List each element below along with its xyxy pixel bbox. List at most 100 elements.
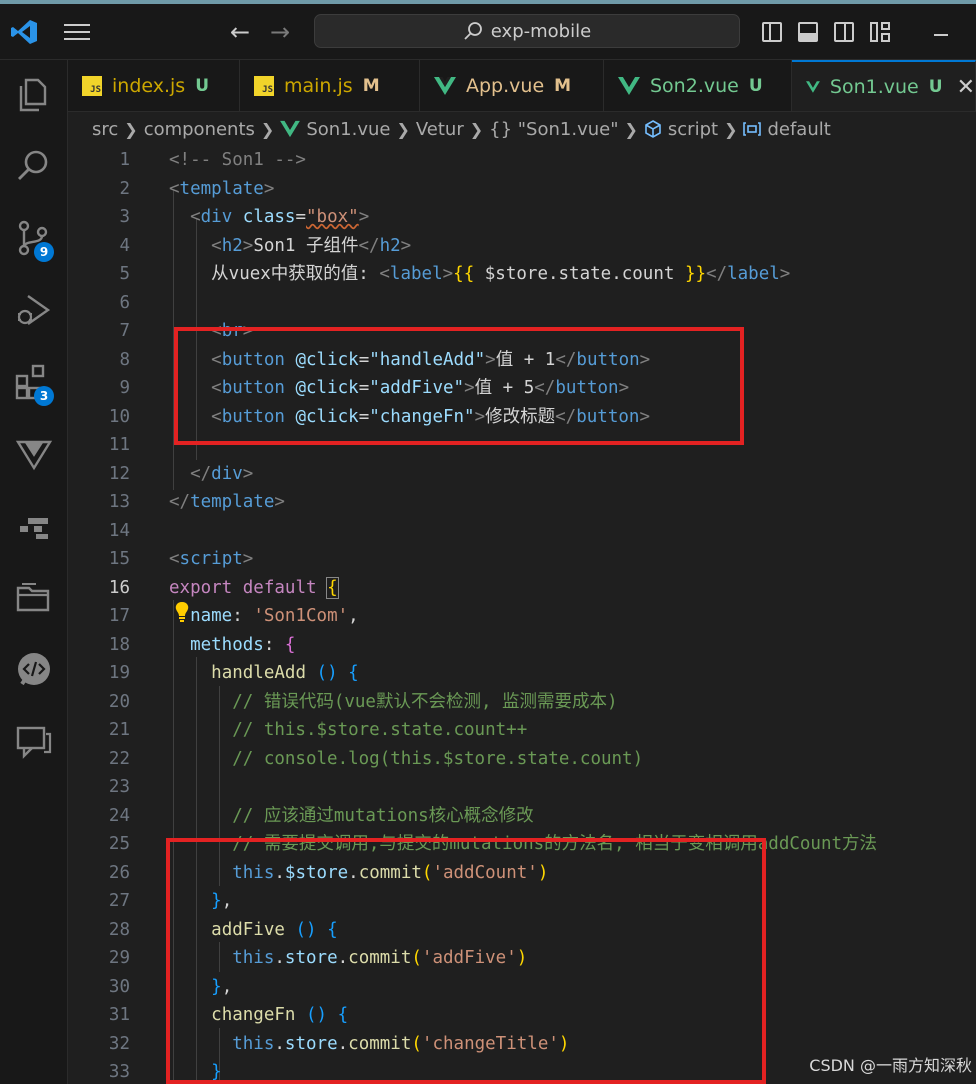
line-number: 16 [108, 577, 130, 598]
customize-layout-icon[interactable] [870, 22, 890, 42]
chevron-right-icon: ❯ [624, 119, 638, 139]
code-tag: h2 [379, 235, 401, 256]
line-number: 33 [108, 1062, 130, 1082]
title-bar: ← → exp-mobile [0, 4, 976, 60]
breadcrumb-language[interactable]: Vetur [416, 119, 464, 140]
line-number: 11 [108, 435, 130, 455]
line-number: 31 [108, 1005, 130, 1025]
javascript-file-icon: JS [254, 76, 274, 96]
line-number: 28 [108, 919, 130, 940]
tab-son2-vue[interactable]: Son2.vue U [604, 60, 792, 111]
code-comment: // console.log(this.$store.state.count) [232, 748, 644, 769]
tab-git-status: M [362, 76, 380, 96]
close-icon[interactable]: ✕ [957, 75, 975, 100]
tab-label: main.js [284, 75, 353, 97]
explorer-icon[interactable] [14, 74, 54, 114]
variable-symbol-icon [743, 122, 762, 136]
code-tag: h2 [221, 235, 243, 256]
code-line: 15 <script> [68, 545, 976, 574]
search-icon[interactable] [14, 146, 54, 186]
code-property: name [190, 606, 233, 626]
code-comment: // this.$store.state.count++ [232, 720, 528, 740]
code-line: 5 从vuex中获取的值: <label>{{ $store.state.cou… [68, 260, 976, 289]
code-line: 20 // 错误代码(vue默认不会检测, 监测需要成本) [68, 688, 976, 717]
vue-file-icon [618, 77, 640, 95]
toggle-primary-sidebar-icon[interactable] [762, 22, 782, 42]
line-number: 9 [119, 378, 130, 398]
code-text: Son1 子组件 [253, 235, 359, 256]
tab-index-js[interactable]: JS index.js U [68, 60, 240, 111]
vue-file-icon [434, 77, 456, 95]
menu-icon[interactable] [64, 24, 90, 42]
toggle-panel-icon[interactable] [798, 22, 818, 42]
chevron-right-icon: ❯ [469, 119, 484, 139]
code-keyword: export [169, 577, 233, 598]
breadcrumb-export[interactable]: default [767, 119, 830, 140]
code-line: 18 methods: { [68, 631, 976, 660]
line-number: 1 [119, 150, 130, 170]
minimize-icon[interactable] [934, 34, 948, 36]
code-tag: template [179, 178, 264, 199]
code-keyword: default [242, 577, 317, 598]
watermark: CSDN @一雨方知深秋 [809, 1056, 972, 1075]
breadcrumb-components[interactable]: components [144, 119, 255, 140]
forward-arrow-icon[interactable]: → [270, 18, 290, 46]
code-line: 21 // this.$store.state.count++ [68, 716, 976, 745]
line-number: 18 [108, 634, 130, 655]
tab-git-status: M [554, 76, 572, 96]
tab-main-js[interactable]: JS main.js M [240, 60, 420, 111]
breadcrumb-file[interactable]: Son1.vue [306, 119, 390, 140]
line-number: 12 [108, 463, 130, 484]
line-number: 8 [119, 349, 130, 370]
code-line: 24 // 应该通过mutations核心概念修改 [68, 802, 976, 831]
line-number: 30 [108, 976, 130, 997]
code-chat-icon[interactable] [14, 650, 54, 690]
code-editor[interactable]: 1 <!-- Son1 --> 2 <template> 3 <div class=… [68, 146, 976, 1084]
tab-app-vue[interactable]: App.vue M [420, 60, 604, 111]
vue-file-icon [280, 120, 301, 138]
toggle-secondary-sidebar-icon[interactable] [834, 22, 854, 42]
editor-tabs: JS index.js U JS main.js M App.vue M Son… [68, 60, 976, 112]
comments-icon[interactable] [14, 722, 54, 762]
tab-son1-vue[interactable]: Son1.vue U ✕ [792, 60, 976, 111]
chevron-right-icon: ❯ [396, 119, 410, 139]
line-number: 21 [108, 720, 130, 740]
breadcrumb: src ❯ components ❯ Son1.vue ❯ Vetur ❯ {}… [68, 112, 976, 146]
folder-icon[interactable] [14, 578, 54, 618]
run-debug-icon[interactable] [14, 290, 54, 330]
lightbulb-icon[interactable] [174, 601, 190, 623]
line-number: 23 [108, 777, 130, 797]
command-center-search[interactable]: exp-mobile [314, 14, 740, 48]
back-arrow-icon[interactable]: ← [230, 18, 250, 46]
breadcrumb-script[interactable]: script [668, 119, 718, 140]
code-expression: $store.state.count [474, 264, 685, 284]
line-number: 27 [108, 891, 130, 911]
line-number: 14 [108, 520, 130, 541]
code-comment: // 错误代码(vue默认不会检测, 监测需要成本) [232, 691, 618, 712]
line-number: 29 [108, 948, 130, 968]
line-number: 7 [119, 321, 130, 341]
code-tag: label [389, 264, 443, 284]
code-tag: div [211, 463, 243, 484]
breadcrumb-block[interactable]: {} "Son1.vue" [489, 119, 618, 140]
highlight-box-commits [166, 838, 766, 1084]
code-tag: label [727, 264, 780, 284]
remote-explorer-icon[interactable] [14, 506, 54, 546]
code-string: "box" [306, 207, 359, 227]
code-line: 1 <!-- Son1 --> [68, 146, 976, 175]
activity-bar: 9 3 [0, 60, 68, 1084]
line-number: 24 [108, 805, 130, 826]
cube-symbol-icon [645, 120, 661, 138]
code-line: 22 // console.log(this.$store.state.coun… [68, 745, 976, 774]
source-control-badge: 9 [34, 242, 54, 262]
breadcrumb-src[interactable]: src [92, 119, 118, 140]
code-attr: class [242, 207, 296, 227]
line-number: 2 [119, 178, 130, 199]
vue-devtools-icon[interactable] [14, 434, 54, 474]
tab-label: App.vue [466, 75, 545, 97]
search-icon [464, 22, 482, 40]
line-number: 6 [119, 292, 130, 313]
code-line: 3 <div class="box"> [68, 203, 976, 232]
code-tag: script [179, 549, 243, 569]
line-number: 25 [108, 834, 130, 854]
